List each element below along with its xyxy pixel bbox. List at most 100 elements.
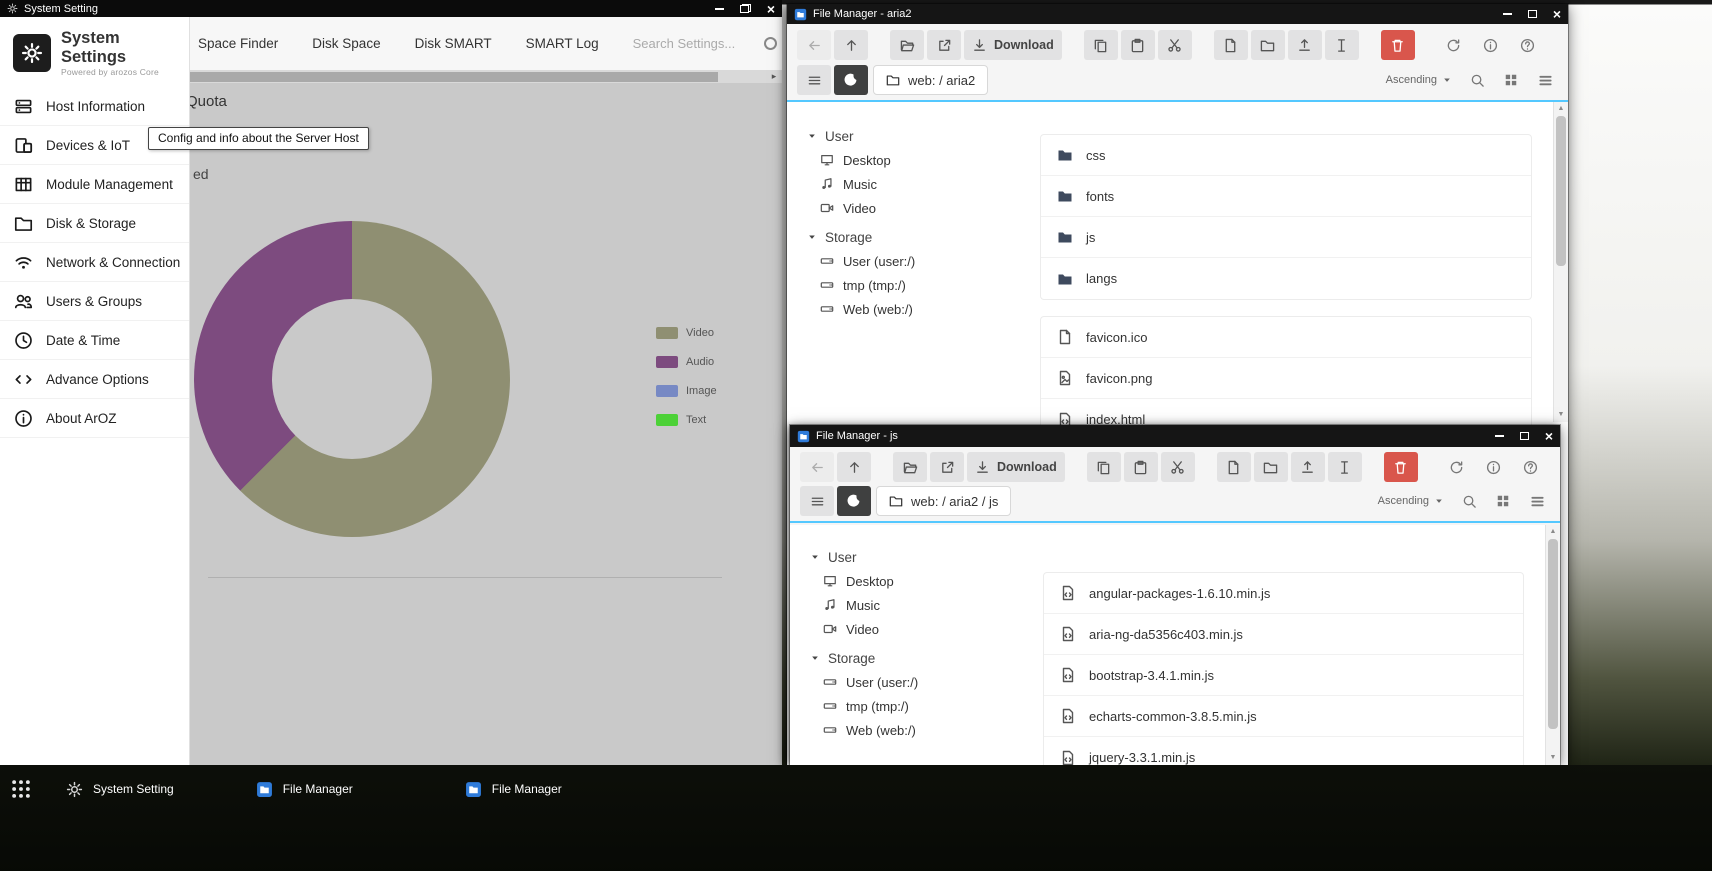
vertical-scrollbar[interactable]: ▲ ▼ [1553,102,1568,422]
rename-button[interactable] [1325,30,1359,60]
horizontal-scrollbar-thumb[interactable] [190,72,718,82]
tree-item-user-drive[interactable]: User (user:/) [810,670,1023,694]
tree-item-music[interactable]: Music [810,593,1023,617]
back-button[interactable] [800,452,834,482]
new-folder-button[interactable] [1251,30,1285,60]
new-file-button[interactable] [1217,452,1251,482]
tree-item-desktop[interactable]: Desktop [810,569,1023,593]
open-in-new-window-button[interactable] [930,452,964,482]
sidebar-item-network-connection[interactable]: Network & Connection [0,243,189,282]
file-row-favicon-png[interactable]: favicon.png [1041,358,1531,399]
tree-section-user[interactable]: User [810,545,1023,569]
copy-button[interactable] [1084,30,1118,60]
tree-item-video[interactable]: Video [810,617,1023,641]
delete-button[interactable] [1384,452,1418,482]
file-row-langs[interactable]: langs [1041,258,1531,299]
menu-button[interactable] [797,65,831,95]
refresh-button[interactable] [1437,30,1471,60]
back-button[interactable] [797,30,831,60]
tree-item-tmp-drive[interactable]: tmp (tmp:/) [807,273,1020,297]
grid-view-button[interactable] [1490,486,1516,516]
file-row-fonts[interactable]: fonts [1041,176,1531,217]
breadcrumb[interactable]: web: / aria2 [873,65,988,95]
list-view-button[interactable] [1524,486,1550,516]
tree-item-tmp-drive[interactable]: tmp (tmp:/) [810,694,1023,718]
file-row-css[interactable]: css [1041,135,1531,176]
taskbar-item-file-manager-1[interactable]: File Manager [246,776,363,802]
scroll-down-arrow[interactable]: ▼ [1554,409,1568,421]
download-button[interactable]: Download [964,30,1062,60]
close-button[interactable]: × [1553,7,1561,21]
scroll-right-arrow[interactable]: ▸ [767,70,781,83]
grid-view-button[interactable] [1498,65,1524,95]
file-manager-titlebar[interactable]: File Manager - js × [790,425,1560,447]
refresh-button[interactable] [1440,452,1474,482]
sidebar-item-date-time[interactable]: Date & Time [0,321,189,360]
tab-disk-smart[interactable]: Disk SMART [415,36,492,51]
file-row-favicon-ico[interactable]: favicon.ico [1041,317,1531,358]
sidebar-item-host-information[interactable]: Host Information [0,87,189,126]
new-folder-button[interactable] [1254,452,1288,482]
rename-button[interactable] [1328,452,1362,482]
file-row-echarts[interactable]: echarts-common-3.8.5.min.js [1044,696,1523,737]
settings-search-input[interactable] [633,36,743,51]
file-row-bootstrap[interactable]: bootstrap-3.4.1.min.js [1044,655,1523,696]
tree-item-web-drive[interactable]: Web (web:/) [807,297,1020,321]
open-button[interactable] [893,452,927,482]
menu-button[interactable] [800,486,834,516]
theme-toggle-button[interactable] [837,486,871,516]
sidebar-item-advance-options[interactable]: Advance Options [0,360,189,399]
tree-section-storage[interactable]: Storage [807,225,1020,249]
up-button[interactable] [834,30,868,60]
sort-order-dropdown[interactable]: Ascending [1386,74,1452,86]
help-button[interactable] [1511,30,1545,60]
open-in-new-window-button[interactable] [927,30,961,60]
sidebar-item-about-aroz[interactable]: About ArOZ [0,399,189,438]
copy-button[interactable] [1087,452,1121,482]
upload-button[interactable] [1288,30,1322,60]
upload-button[interactable] [1291,452,1325,482]
sidebar-item-users-groups[interactable]: Users & Groups [0,282,189,321]
system-settings-titlebar[interactable]: System Setting × [0,0,782,17]
theme-toggle-button[interactable] [834,65,868,95]
scrollbar-thumb[interactable] [1548,539,1558,729]
horizontal-scrollbar[interactable]: ▸ [190,70,782,83]
tree-item-user-drive[interactable]: User (user:/) [807,249,1020,273]
close-button[interactable]: × [767,2,775,16]
tab-disk-space[interactable]: Disk Space [312,36,380,51]
file-row-js[interactable]: js [1041,217,1531,258]
scrollbar-thumb[interactable] [1556,116,1566,266]
properties-button[interactable] [1474,30,1508,60]
tree-item-music[interactable]: Music [807,172,1020,196]
vertical-scrollbar[interactable]: ▲ ▼ [1545,525,1560,765]
search-button[interactable] [1456,486,1482,516]
download-button[interactable]: Download [967,452,1065,482]
tree-item-desktop[interactable]: Desktop [807,148,1020,172]
minimize-button[interactable] [1495,435,1504,437]
tree-section-storage[interactable]: Storage [810,646,1023,670]
file-row-angular[interactable]: angular-packages-1.6.10.min.js [1044,573,1523,614]
delete-button[interactable] [1381,30,1415,60]
sort-order-dropdown[interactable]: Ascending [1378,495,1444,507]
file-manager-titlebar[interactable]: File Manager - aria2 × [787,4,1568,24]
tab-smart-log[interactable]: SMART Log [526,36,599,51]
tree-section-user[interactable]: User [807,124,1020,148]
close-button[interactable]: × [1545,429,1553,443]
scroll-up-arrow[interactable]: ▲ [1546,526,1560,538]
breadcrumb[interactable]: web: / aria2 / js [876,486,1011,516]
minimize-button[interactable] [715,8,724,10]
sidebar-item-disk-storage[interactable]: Disk & Storage [0,204,189,243]
new-file-button[interactable] [1214,30,1248,60]
cut-button[interactable] [1158,30,1192,60]
search-button[interactable] [1464,65,1490,95]
tree-item-video[interactable]: Video [807,196,1020,220]
list-view-button[interactable] [1532,65,1558,95]
tab-space-finder[interactable]: Space Finder [198,36,278,51]
app-launcher-button[interactable] [8,776,34,802]
tree-item-web-drive[interactable]: Web (web:/) [810,718,1023,742]
help-button[interactable] [1514,452,1548,482]
file-row-jquery[interactable]: jquery-3.3.1.min.js [1044,737,1523,765]
paste-button[interactable] [1121,30,1155,60]
maximize-button[interactable] [1520,432,1529,440]
paste-button[interactable] [1124,452,1158,482]
